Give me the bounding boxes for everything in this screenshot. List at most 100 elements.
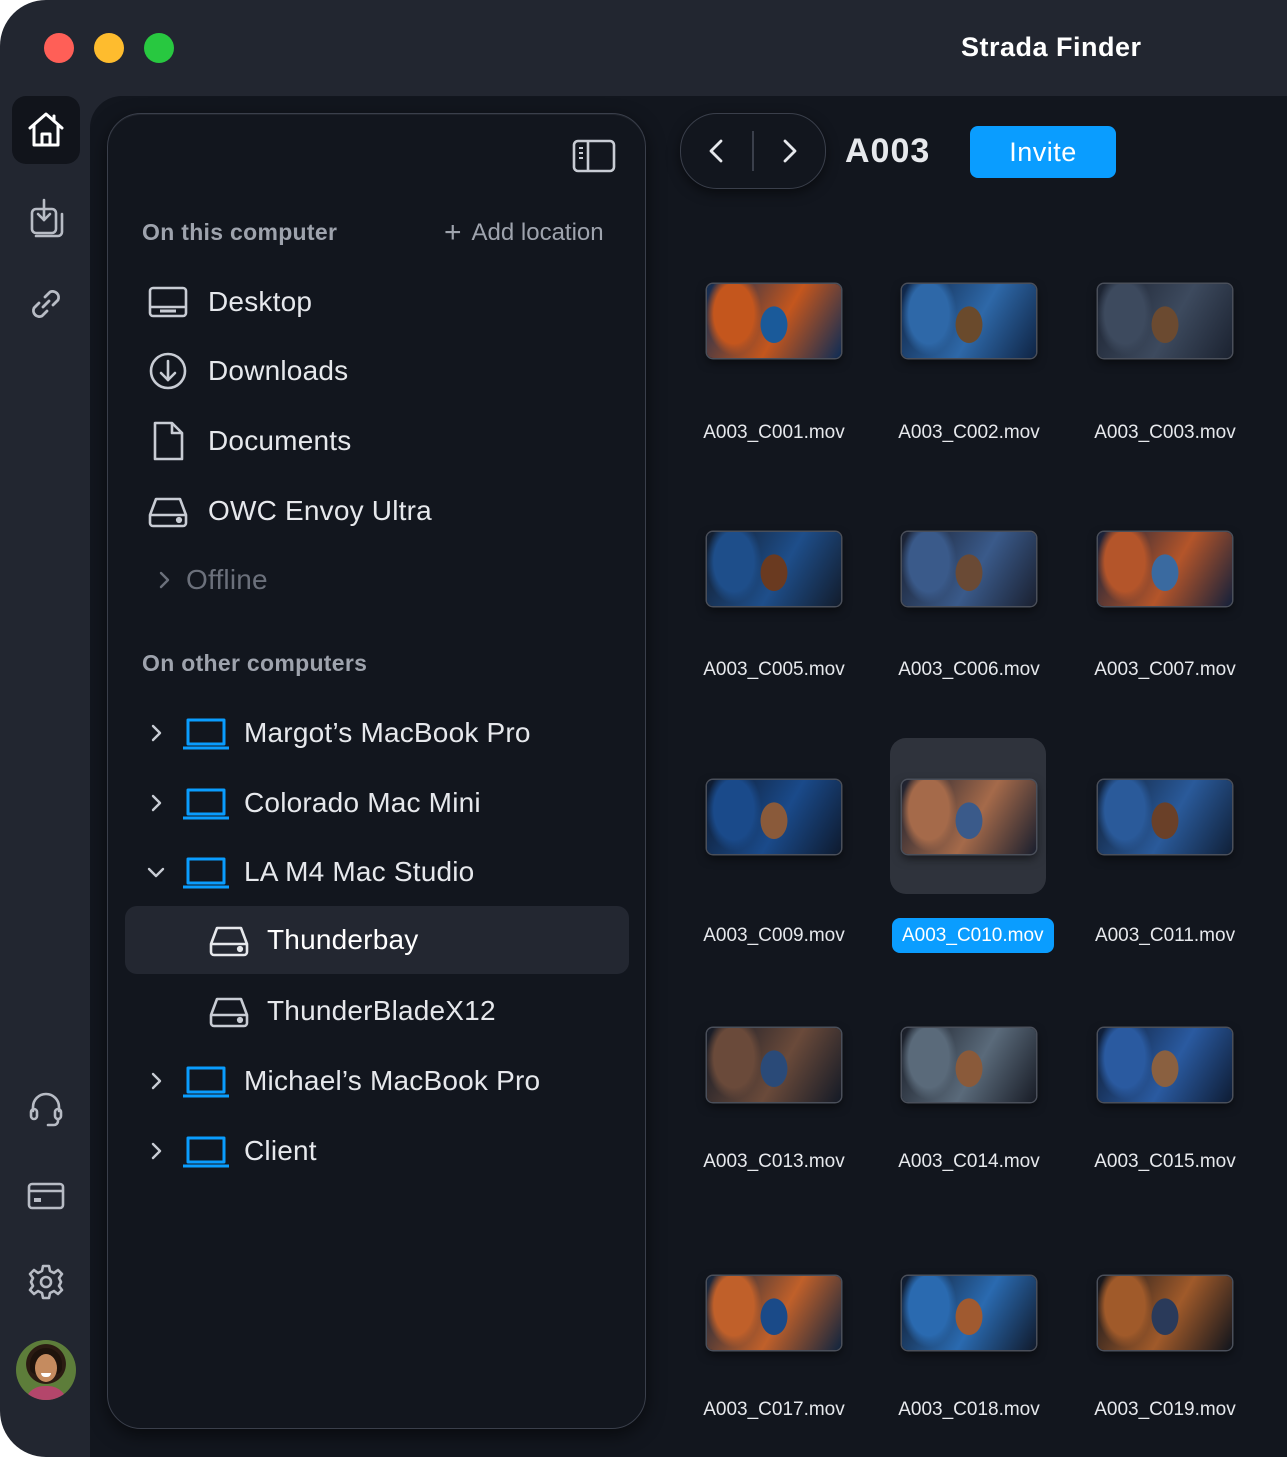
laptop-icon <box>180 781 232 825</box>
video-thumbnail[interactable] <box>902 532 1036 606</box>
file-tile[interactable]: A003_C018.mov <box>892 1276 1088 1457</box>
file-tile[interactable]: A003_C011.mov <box>1088 780 1284 1020</box>
back-button[interactable] <box>681 114 752 188</box>
file-name: A003_C014.mov <box>892 1151 1046 1173</box>
locations-sidebar: On this computer + Add location Desktop … <box>107 113 646 1429</box>
file-name-label: A003_C010.mov <box>892 918 1054 953</box>
support-button[interactable] <box>12 1074 80 1142</box>
file-name: A003_C003.mov <box>1088 422 1242 444</box>
video-thumbnail[interactable] <box>707 532 841 606</box>
file-tile[interactable]: A003_C003.mov <box>1088 284 1284 524</box>
file-tile[interactable]: A003_C010.mov <box>890 738 1088 1020</box>
video-thumbnail[interactable] <box>1098 284 1232 358</box>
chevron-right-icon <box>783 139 797 163</box>
video-thumbnail[interactable] <box>902 780 1036 854</box>
offline-label: Offline <box>186 564 268 595</box>
sidebar-item-label: ThunderBladeX12 <box>267 995 496 1026</box>
close-window-button[interactable] <box>44 33 74 63</box>
drive-icon <box>207 989 251 1033</box>
file-name: A003_C006.mov <box>892 659 1046 681</box>
add-location-button[interactable]: + Add location <box>444 218 604 248</box>
sidebar-item-thunderbay[interactable]: Thunderbay <box>125 906 629 974</box>
file-name-label: A003_C018.mov <box>898 1399 1040 1420</box>
file-tile[interactable]: A003_C015.mov <box>1088 1028 1284 1268</box>
file-tile[interactable]: A003_C001.mov <box>697 284 893 524</box>
file-tile[interactable]: A003_C017.mov <box>697 1276 893 1457</box>
video-thumbnail[interactable] <box>1098 780 1232 854</box>
forward-button[interactable] <box>754 114 825 188</box>
file-tile[interactable]: A003_C002.mov <box>892 284 1088 524</box>
file-tile[interactable]: A003_C006.mov <box>892 532 1088 772</box>
sidebar-item-client[interactable]: Client <box>144 1120 317 1182</box>
sidebar-item-colorado-mac-mini[interactable]: Colorado Mac Mini <box>144 772 481 834</box>
home-button[interactable] <box>12 96 80 164</box>
zoom-window-button[interactable] <box>144 33 174 63</box>
file-tile[interactable]: A003_C014.mov <box>892 1028 1088 1268</box>
app-window: Strada Finder On this computer + Add loc… <box>0 0 1287 1457</box>
file-tile[interactable]: A003_C007.mov <box>1088 532 1284 772</box>
sidebar-item-documents[interactable]: Documents <box>146 410 351 472</box>
file-name: A003_C005.mov <box>697 659 851 681</box>
video-thumbnail[interactable] <box>1098 1028 1232 1102</box>
file-name-label: A003_C001.mov <box>703 422 845 443</box>
import-button[interactable] <box>12 184 80 252</box>
toggle-sidebar-button[interactable] <box>572 138 616 174</box>
sidebar-item-desktop[interactable]: Desktop <box>146 271 312 333</box>
sidebar-item-michaels-macbook-pro[interactable]: Michael’s MacBook Pro <box>144 1050 540 1112</box>
video-thumbnail[interactable] <box>707 1276 841 1350</box>
sidebar-item-downloads[interactable]: Downloads <box>146 340 348 402</box>
video-thumbnail[interactable] <box>1098 1276 1232 1350</box>
document-icon <box>146 419 190 463</box>
file-name-label: A003_C002.mov <box>898 422 1040 443</box>
video-thumbnail[interactable] <box>1098 532 1232 606</box>
main-content: On this computer + Add location Desktop … <box>90 96 1287 1457</box>
add-location-label: Add location <box>471 219 604 246</box>
video-thumbnail[interactable] <box>707 780 841 854</box>
file-name: A003_C017.mov <box>697 1399 851 1421</box>
user-avatar[interactable] <box>16 1340 76 1400</box>
file-tile[interactable]: A003_C013.mov <box>697 1028 893 1268</box>
chevron-right-icon <box>144 1069 168 1093</box>
laptop-icon <box>180 711 232 755</box>
sidebar-item-margots-macbook-pro[interactable]: Margot’s MacBook Pro <box>144 702 531 764</box>
file-name: A003_C007.mov <box>1088 659 1242 681</box>
sidebar-item-thunderbladex12[interactable]: ThunderBladeX12 <box>125 980 496 1042</box>
sidebar-item-label: LA M4 Mac Studio <box>244 856 475 887</box>
title-bar: Strada Finder <box>0 0 1287 96</box>
file-tile[interactable]: A003_C005.mov <box>697 532 893 772</box>
file-name-label: A003_C003.mov <box>1094 422 1236 443</box>
sidebar-item-label: Downloads <box>208 355 349 386</box>
file-name-label: A003_C017.mov <box>703 1399 845 1420</box>
video-thumbnail[interactable] <box>902 1276 1036 1350</box>
offline-group-toggle[interactable]: Offline <box>152 549 268 611</box>
video-thumbnail[interactable] <box>902 284 1036 358</box>
sidebar-item-label: Michael’s MacBook Pro <box>244 1065 541 1096</box>
file-name: A003_C011.mov <box>1088 925 1242 947</box>
file-name-label: A003_C019.mov <box>1094 1399 1236 1420</box>
billing-button[interactable] <box>12 1162 80 1230</box>
file-name-label: A003_C015.mov <box>1094 1151 1236 1172</box>
sidebar-item-label: Margot’s MacBook Pro <box>244 717 531 748</box>
desktop-icon <box>146 280 190 324</box>
chevron-right-icon <box>144 1139 168 1163</box>
file-tile[interactable]: A003_C009.mov <box>697 780 893 1020</box>
video-thumbnail[interactable] <box>707 284 841 358</box>
chevron-left-icon <box>709 139 722 163</box>
laptop-icon <box>180 850 232 894</box>
sidebar-item-la-m4-mac-studio[interactable]: LA M4 Mac Studio <box>144 841 474 903</box>
video-thumbnail[interactable] <box>902 1028 1036 1102</box>
chevron-right-icon <box>144 791 168 815</box>
icon-rail <box>0 96 90 1457</box>
download-circle-icon <box>146 349 190 393</box>
section-heading-local: On this computer <box>142 219 338 245</box>
file-name: A003_C015.mov <box>1088 1151 1242 1173</box>
video-thumbnail[interactable] <box>707 1028 841 1102</box>
links-button[interactable] <box>12 270 80 338</box>
import-icon <box>30 198 64 238</box>
file-tile[interactable]: A003_C019.mov <box>1088 1276 1284 1457</box>
settings-button[interactable] <box>12 1248 80 1316</box>
invite-button[interactable]: Invite <box>970 126 1116 178</box>
minimize-window-button[interactable] <box>94 33 124 63</box>
sidebar-item-label: Client <box>244 1135 317 1166</box>
sidebar-item-owc-envoy-ultra[interactable]: OWC Envoy Ultra <box>146 480 432 542</box>
